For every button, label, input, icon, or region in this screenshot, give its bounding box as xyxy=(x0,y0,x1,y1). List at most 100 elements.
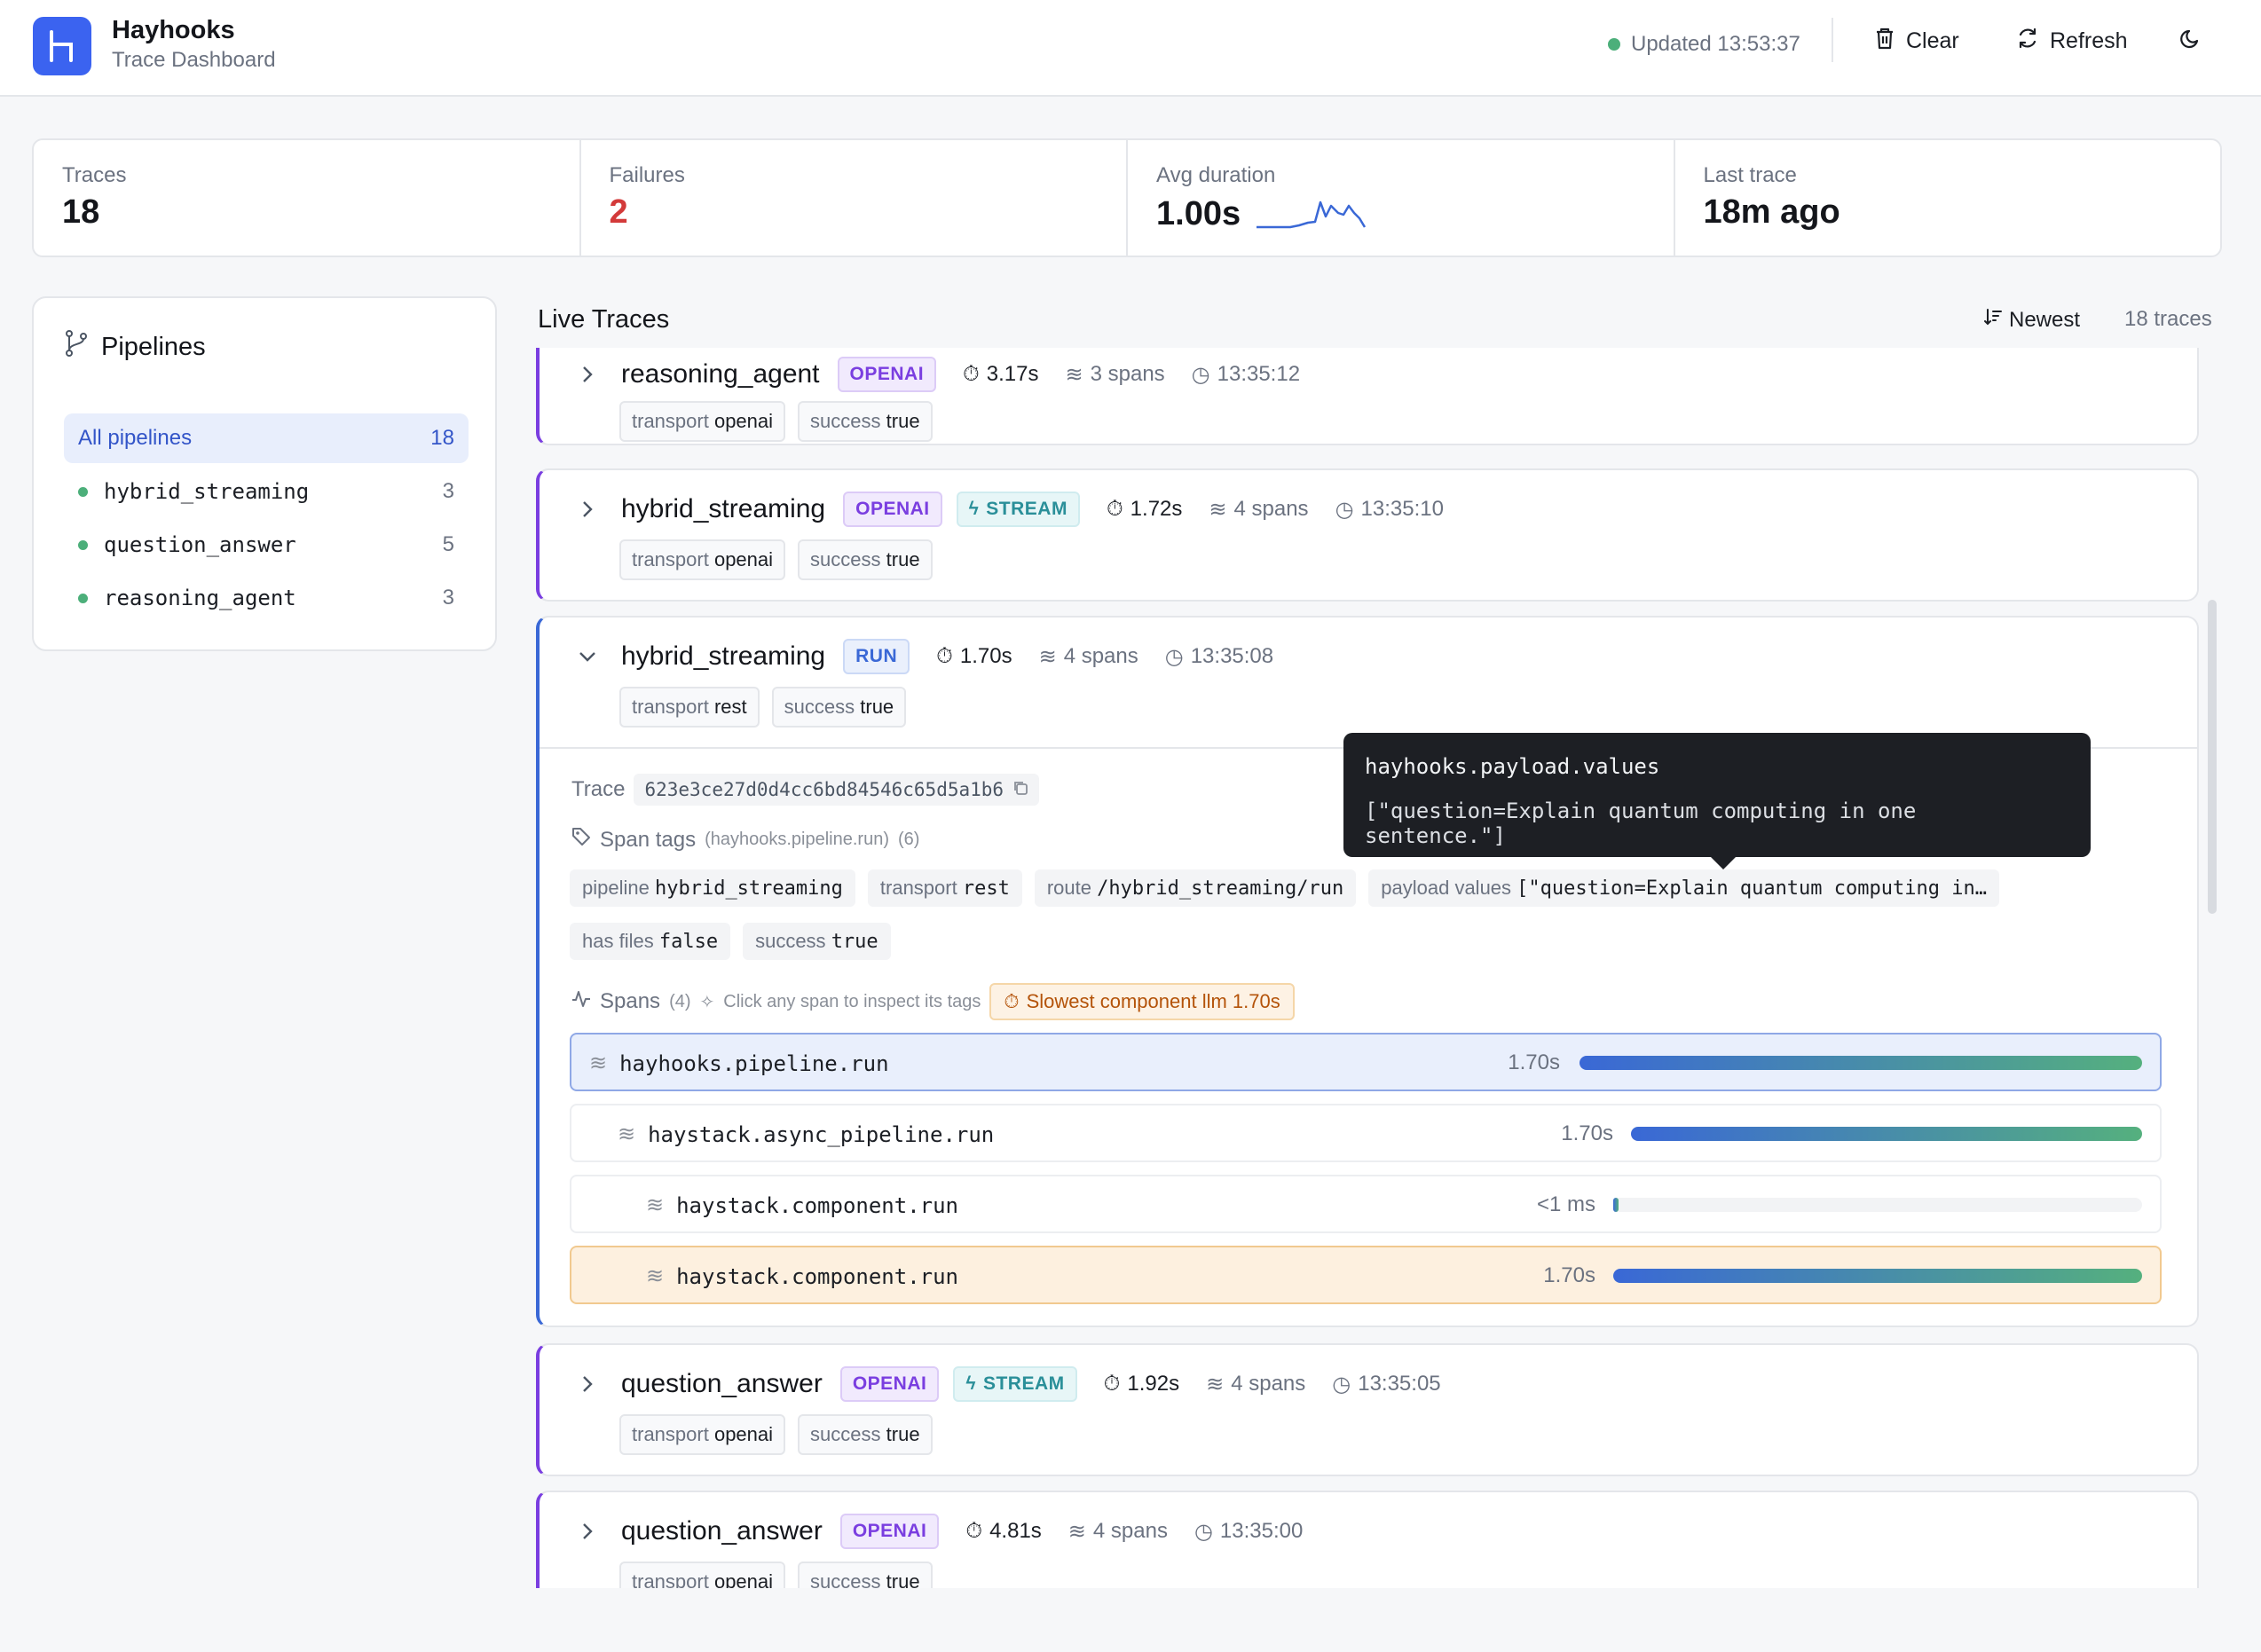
layers-icon: ≋ xyxy=(589,1051,608,1075)
transport-badge: OPENAI xyxy=(837,357,937,392)
trace-id-chip[interactable]: 623e3ce27d0d4cc6bd84546c65d5a1b6 xyxy=(634,774,1040,806)
span-bar-track xyxy=(1613,1198,2142,1212)
stream-badge: ϟ STREAM xyxy=(953,1366,1077,1402)
tag-chip: transport openai xyxy=(619,539,786,580)
tag-value: false xyxy=(658,931,719,953)
trace-time: ◷ 13:35:00 xyxy=(1194,1519,1303,1545)
stats-panel: Traces 18 Failures 2 Avg duration 1.00s … xyxy=(32,138,2222,257)
layers-icon: ≋ xyxy=(1067,1519,1086,1544)
layers-icon: ≋ xyxy=(618,1122,636,1146)
time-value: 13:35:08 xyxy=(1190,644,1274,668)
span-row[interactable]: ≋ haystack.async_pipeline.run 1.70s xyxy=(570,1104,2162,1162)
refresh-button[interactable]: Refresh xyxy=(2016,27,2128,56)
status-dot xyxy=(78,593,88,603)
trace-list-scrollbar[interactable] xyxy=(2208,600,2217,914)
pipeline-item-hybrid-streaming[interactable]: hybrid_streaming 3 xyxy=(64,467,469,516)
pipeline-label: hybrid_streaming xyxy=(104,479,310,504)
tag-key: transport xyxy=(879,877,957,899)
theme-toggle-button[interactable] xyxy=(2179,27,2202,56)
transport-badge: OPENAI xyxy=(839,1514,940,1549)
spans-label: Spans xyxy=(600,989,661,1013)
span-duration: 1.70s xyxy=(1508,1050,1560,1074)
layers-icon: ≋ xyxy=(1038,644,1057,669)
stat-label: Traces xyxy=(62,163,127,187)
span-bar-track xyxy=(1580,1056,2142,1070)
stat-value: 18 xyxy=(62,193,100,231)
pipeline-label: All pipelines xyxy=(78,426,193,450)
copy-icon[interactable] xyxy=(1012,779,1028,800)
clear-button[interactable]: Clear xyxy=(1874,27,1959,56)
trace-duration: ⏱ 3.17s xyxy=(963,362,1038,387)
layers-icon: ≋ xyxy=(646,1264,665,1288)
pipeline-item-question-answer[interactable]: question_answer 5 xyxy=(64,520,469,570)
span-duration: <1 ms xyxy=(1536,1192,1595,1216)
tag-value: rest xyxy=(962,877,1010,900)
span-bar-fill xyxy=(1613,1198,1619,1212)
duration-value: 1.72s xyxy=(1130,497,1183,521)
span-bar-track xyxy=(1631,1127,2142,1141)
span-row-slowest[interactable]: ≋ haystack.component.run 1.70s xyxy=(570,1246,2162,1304)
time-value: 13:35:00 xyxy=(1219,1519,1304,1543)
stat-label: Failures xyxy=(609,163,685,187)
tag-key: success xyxy=(810,548,881,570)
trace-card-expanded[interactable]: hybrid_streaming RUN ⏱ 1.70s ≋ 4 spans ◷ 13… xyxy=(536,616,2199,1327)
activity-icon xyxy=(571,989,591,1015)
pipeline-count: 18 xyxy=(430,426,454,450)
clock-icon: ◷ xyxy=(1194,1519,1213,1544)
pipeline-count: 3 xyxy=(442,479,454,503)
chevron-down-icon[interactable] xyxy=(575,650,600,663)
tag-key: success xyxy=(810,1423,881,1445)
tag-icon xyxy=(571,827,591,853)
stopwatch-icon: ⏱ xyxy=(1103,1372,1121,1396)
branch-icon xyxy=(64,330,89,364)
trace-card[interactable]: reasoning_agent OPENAI ⏱ 3.17s ≋ 3 spans ◷… xyxy=(536,348,2199,445)
tag-value: true xyxy=(860,696,894,718)
chevron-right-icon[interactable] xyxy=(575,1522,600,1541)
layers-icon: ≋ xyxy=(1065,362,1083,387)
trace-card[interactable]: hybrid_streaming OPENAI ϟ STREAM ⏱ 1.72s ≋… xyxy=(536,468,2199,602)
tag-key: success xyxy=(810,410,881,432)
chevron-right-icon[interactable] xyxy=(575,1374,600,1394)
sort-newest-button[interactable]: Newest xyxy=(1984,307,2080,333)
transport-badge: RUN xyxy=(843,639,910,674)
refresh-icon xyxy=(2016,27,2039,56)
span-tag[interactable]: success true xyxy=(743,923,891,960)
tag-key: transport xyxy=(632,1570,709,1588)
chevron-right-icon[interactable] xyxy=(575,500,600,519)
trace-card[interactable]: question_answer OPENAI ϟ STREAM ⏱ 1.92s ≋ 4… xyxy=(536,1343,2199,1476)
app-header: Hayhooks Trace Dashboard Updated 13:53:3… xyxy=(0,0,2261,97)
stopwatch-icon: ⏱ xyxy=(1106,497,1123,521)
trace-summary: hybrid_streaming RUN ⏱ 1.70s ≋ 4 spans ◷ 13… xyxy=(575,639,1273,674)
update-status: Updated 13:53:37 xyxy=(1608,32,1800,57)
chevron-right-icon[interactable] xyxy=(575,365,600,384)
trace-tags: transport openai success true xyxy=(619,1414,933,1455)
duration-value: 4.81s xyxy=(989,1519,1042,1543)
trace-time: ◷ 13:35:05 xyxy=(1332,1372,1440,1397)
app-name: Hayhooks xyxy=(112,16,235,44)
tag-value: openai xyxy=(713,410,774,432)
pipeline-item-all[interactable]: All pipelines 18 xyxy=(64,413,469,463)
span-name: haystack.async_pipeline.run xyxy=(648,1121,995,1147)
tag-chip: success true xyxy=(798,1414,933,1455)
span-tag[interactable]: transport rest xyxy=(867,869,1022,907)
span-tag[interactable]: route /hybrid_streaming/run xyxy=(1034,869,1357,907)
span-tag[interactable]: has files false xyxy=(570,923,731,960)
span-tags-list-2: has files false success true xyxy=(570,923,891,960)
span-row[interactable]: ≋ haystack.component.run <1 ms xyxy=(570,1175,2162,1233)
tooltip-value: ["question=Explain quantum computing in … xyxy=(1365,798,1917,848)
span-bar-fill xyxy=(1613,1269,2142,1283)
layers-icon: ≋ xyxy=(646,1193,665,1217)
pipeline-item-reasoning-agent[interactable]: reasoning_agent 3 xyxy=(64,573,469,623)
span-tag[interactable]: pipeline hybrid_streaming xyxy=(570,869,855,907)
trace-card[interactable]: question_answer OPENAI ⏱ 4.81s ≋ 4 spans ◷… xyxy=(536,1491,2199,1588)
pipeline-count: 3 xyxy=(442,586,454,610)
span-tag-payload-values[interactable]: payload values ["question=Explain quantu… xyxy=(1368,869,1999,907)
tag-key: transport xyxy=(632,548,709,570)
tag-key: transport xyxy=(632,696,709,718)
stat-value: 1.00s xyxy=(1156,194,1241,232)
span-row[interactable]: ≋ hayhooks.pipeline.run 1.70s xyxy=(570,1033,2162,1091)
trash-icon xyxy=(1874,27,1895,56)
transport-badge: OPENAI xyxy=(843,492,942,527)
duration-sparkline xyxy=(1257,201,1367,229)
tag-value: true xyxy=(831,931,878,953)
